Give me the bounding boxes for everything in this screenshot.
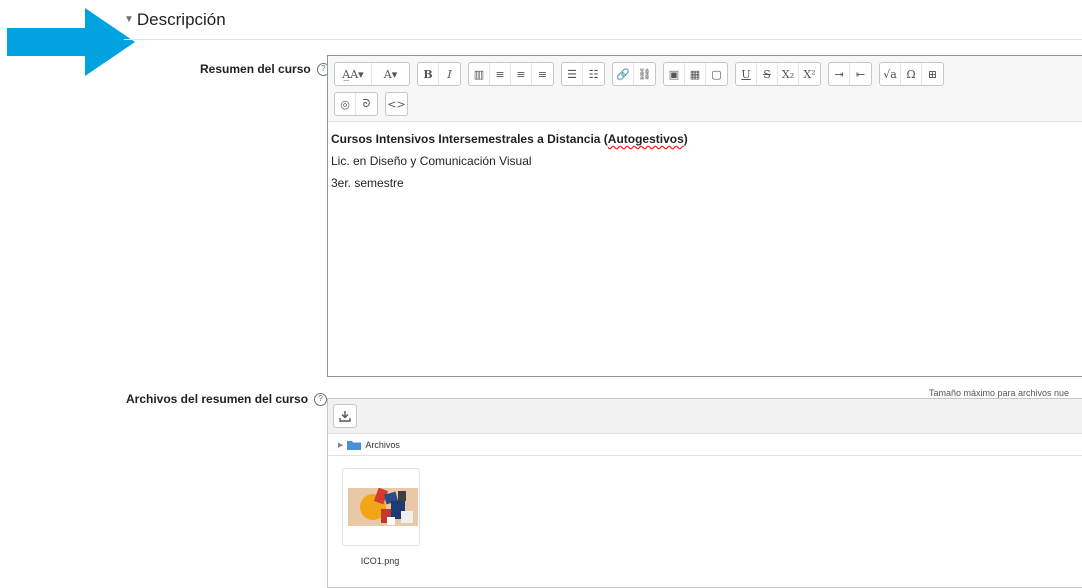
folder-label: Archivos [365, 439, 400, 450]
underline-icon: U [741, 67, 751, 81]
file-picker-toolbar [328, 399, 1082, 434]
misspelled-word: Autogestivos [607, 132, 684, 146]
font-family-icon: A̲A▾ [342, 67, 364, 81]
toolbar-group: <> [385, 92, 408, 116]
section-divider [124, 39, 1082, 40]
subscript-icon: X₂ [781, 67, 795, 81]
italic-button[interactable]: I [439, 63, 460, 85]
table-icon: ⊞ [927, 67, 938, 81]
files-label: Archivos del resumen del curso [126, 392, 309, 406]
image-thumbnail-icon [348, 487, 418, 526]
align-center-button[interactable]: ≡ [511, 63, 532, 85]
outdent-icon: ⇤ [855, 67, 866, 81]
clipboard-icon: ▢ [711, 67, 722, 81]
toolbar-row-2: ◎ ᘐ <> [334, 92, 1082, 116]
folder-path[interactable]: ▶ Archivos [328, 434, 1082, 456]
summary-label: Resumen del curso [200, 62, 311, 76]
bold-button[interactable]: B [418, 63, 439, 85]
section-title: Descripción [136, 10, 226, 29]
content-line-1-suffix: ) [683, 132, 688, 146]
unlink-button[interactable]: ⛓ [634, 63, 655, 85]
strikethrough-button[interactable]: S [757, 63, 778, 85]
subscript-button[interactable]: X₂ [778, 63, 799, 85]
align-left-button[interactable]: ≡ [490, 63, 511, 85]
table-columns-button[interactable]: ▥ [469, 63, 490, 85]
download-button[interactable] [333, 404, 357, 428]
columns-icon: ▥ [473, 67, 485, 81]
font-color-button[interactable]: A▾ [372, 63, 409, 85]
image-icon: ▣ [668, 67, 680, 81]
font-color-icon: A▾ [383, 67, 398, 81]
media-icon: ▦ [689, 67, 701, 81]
expand-caret-icon[interactable]: ▶ [338, 441, 343, 449]
superscript-icon: X² [803, 67, 816, 81]
collapse-caret-icon[interactable]: ▼ [124, 15, 134, 25]
equation-button[interactable]: √a [880, 63, 901, 85]
toolbar-row-1: A̲A▾ A▾ B I ▥ ≡ ≡ ≡ ☰ ☷ 🔗 ⛓ ▣ ▦ ▢ U S X₂ X² ⇥ ⇤ √a Ω ⊞ [334, 62, 1082, 86]
content-line-3: 3er. semestre [331, 176, 404, 190]
align-center-icon: ≡ [516, 67, 526, 81]
link-icon: 🔗 [616, 67, 630, 81]
image-button[interactable]: ▣ [664, 63, 685, 85]
html-source-button[interactable]: <> [386, 93, 407, 115]
content-line-1-prefix: Cursos Intensivos Intersemestrales a Dis… [331, 132, 608, 146]
toolbar-group: A̲A▾ A▾ [334, 62, 410, 86]
align-right-button[interactable]: ≡ [532, 63, 553, 85]
toolbar-group: ▥ ≡ ≡ ≡ [468, 62, 554, 86]
file-picker: ▶ Archivos ICO1.png [327, 398, 1082, 588]
toolbar-group: 🔗 ⛓ [612, 62, 656, 86]
numbered-list-icon: ☷ [588, 67, 599, 81]
indent-button[interactable]: ⇥ [829, 63, 850, 85]
editor-toolbar: A̲A▾ A▾ B I ▥ ≡ ≡ ≡ ☰ ☷ 🔗 ⛓ ▣ ▦ ▢ U S X₂ X² ⇥ ⇤ √a Ω ⊞ ◎ ᘐ <> [328, 56, 1082, 122]
summary-label-row: Resumen del curso ? [200, 62, 330, 76]
strikethrough-icon: S [763, 67, 771, 81]
media-button[interactable]: ▦ [685, 63, 706, 85]
ear-icon: ᘐ [362, 97, 371, 110]
accessibility-checker-button[interactable]: ◎ [335, 93, 356, 115]
bullet-list-icon: ☰ [567, 67, 577, 81]
underline-button[interactable]: U [736, 63, 757, 85]
folder-icon [347, 440, 362, 450]
toolbar-group: ▣ ▦ ▢ [663, 62, 728, 86]
bold-icon: B [423, 67, 433, 81]
font-family-button[interactable]: A̲A▾ [335, 63, 372, 85]
download-icon [339, 411, 351, 422]
toolbar-group: U S X₂ X² [735, 62, 821, 86]
summary-editor: A̲A▾ A▾ B I ▥ ≡ ≡ ≡ ☰ ☷ 🔗 ⛓ ▣ ▦ ▢ U S X₂ X² ⇥ ⇤ √a Ω ⊞ ◎ ᘐ <> Cur… [327, 55, 1082, 377]
align-left-icon: ≡ [495, 67, 505, 81]
unlink-icon: ⛓ [637, 67, 652, 81]
outdent-button[interactable]: ⇤ [850, 63, 871, 85]
ordered-list-button[interactable]: ☷ [583, 63, 604, 85]
editor-content-area[interactable]: Cursos Intensivos Intersemestrales a Dis… [328, 122, 1082, 200]
content-line-1: Cursos Intensivos Intersemestrales a Dis… [331, 128, 1082, 150]
toolbar-group: ◎ ᘐ [334, 92, 378, 116]
eye-slash-icon: ◎ [340, 97, 350, 111]
code-icon: <> [387, 97, 406, 111]
help-icon[interactable]: ? [314, 392, 328, 406]
files-label-row: Archivos del resumen del curso ? [126, 392, 328, 406]
toolbar-group: BI [417, 62, 461, 86]
content-line-2: Lic. en Diseño y Comunicación Visual [331, 154, 532, 168]
italic-icon: I [447, 67, 452, 81]
special-character-button[interactable]: Ω [901, 63, 922, 85]
equation-icon: √a [883, 67, 897, 81]
manage-files-button[interactable]: ▢ [706, 63, 727, 85]
arrow-annotation-icon [7, 8, 135, 76]
toolbar-group: ☰ ☷ [561, 62, 605, 86]
omega-icon: Ω [906, 67, 916, 81]
section-header-descripcion[interactable]: ▼ Descripción [124, 10, 226, 30]
toolbar-group: ⇥ ⇤ [828, 62, 872, 86]
link-button[interactable]: 🔗 [613, 63, 634, 85]
superscript-button[interactable]: X² [799, 63, 820, 85]
file-name[interactable]: ICO1.png [342, 556, 418, 566]
unordered-list-button[interactable]: ☰ [562, 63, 583, 85]
indent-icon: ⇥ [834, 67, 844, 81]
toolbar-group: √a Ω ⊞ [879, 62, 944, 86]
table-button[interactable]: ⊞ [922, 63, 943, 85]
align-right-icon: ≡ [537, 67, 548, 81]
file-thumbnail[interactable] [342, 468, 420, 546]
max-size-text: Tamaño máximo para archivos nue [929, 388, 1070, 398]
screenreader-helper-button[interactable]: ᘐ [356, 93, 377, 115]
